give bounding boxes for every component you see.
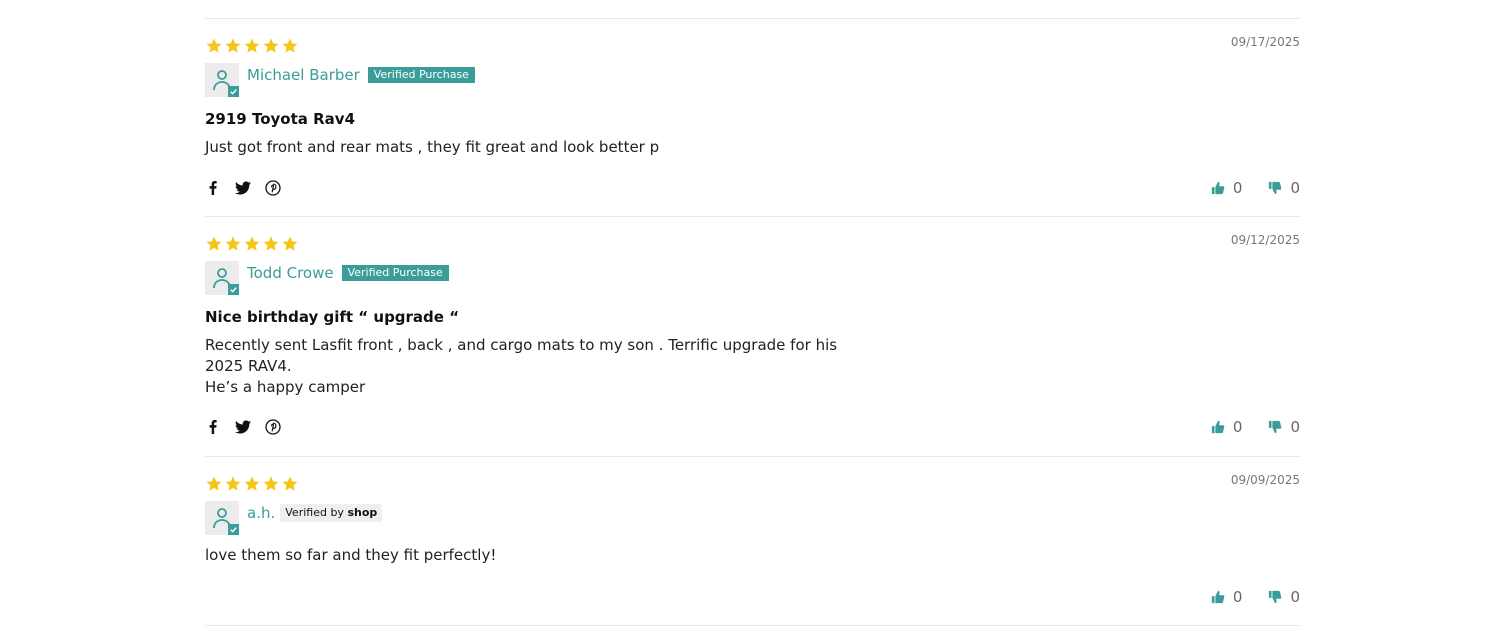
reviews-list: 09/17/2025 Michael Barber Verified Purch… (205, 0, 1300, 626)
review-body: Recently sent Lasfit front , back , and … (205, 336, 838, 396)
pinterest-icon[interactable] (265, 419, 281, 435)
star-icon (281, 37, 299, 55)
thumbs-down-count: 0 (1290, 588, 1300, 606)
shop-logo-text: shop (347, 506, 378, 519)
facebook-icon[interactable] (205, 180, 221, 196)
reviewer-name: Todd Crowe (247, 264, 334, 282)
star-icon (262, 37, 280, 55)
verified-by-shop-badge: Verified by shop (280, 504, 383, 522)
thumbs-up-icon (1211, 590, 1225, 604)
vote-controls: 0 0 (1211, 588, 1300, 606)
star-rating (205, 235, 299, 253)
review-date: 09/09/2025 (1230, 473, 1300, 487)
verified-check-icon (228, 524, 239, 535)
star-icon (205, 235, 223, 253)
pinterest-icon[interactable] (265, 180, 281, 196)
reviewer-name: a.h. (247, 504, 276, 522)
review-author: Todd Crowe Verified Purchase (205, 261, 449, 295)
star-icon (224, 475, 242, 493)
verified-check-icon (228, 284, 239, 295)
thumbs-down-button[interactable]: 0 (1268, 179, 1300, 197)
verified-badge: Verified Purchase (341, 264, 449, 281)
star-icon (243, 475, 261, 493)
review-body: Just got front and rear mats , they fit … (205, 138, 660, 156)
review-item: 09/09/2025 a.h. Verified by shop love th… (205, 457, 1300, 625)
star-icon (281, 235, 299, 253)
thumbs-down-icon (1268, 181, 1282, 195)
divider (205, 625, 1300, 626)
star-icon (224, 235, 242, 253)
reviewer-name: Michael Barber (247, 66, 360, 84)
thumbs-up-icon (1211, 181, 1225, 195)
avatar (205, 501, 239, 535)
star-icon (205, 475, 223, 493)
avatar (205, 261, 239, 295)
thumbs-down-icon (1268, 420, 1282, 434)
review-author: Michael Barber Verified Purchase (205, 63, 475, 97)
thumbs-down-count: 0 (1290, 179, 1300, 197)
star-icon (205, 37, 223, 55)
star-icon (262, 235, 280, 253)
review-author: a.h. Verified by shop (205, 501, 383, 535)
share-links (205, 180, 295, 196)
star-rating (205, 475, 299, 493)
thumbs-down-count: 0 (1290, 418, 1300, 436)
thumbs-down-button[interactable]: 0 (1268, 588, 1300, 606)
thumbs-up-button[interactable]: 0 (1211, 588, 1243, 606)
review-date: 09/12/2025 (1230, 233, 1300, 247)
vote-controls: 0 0 (1211, 179, 1300, 197)
vote-controls: 0 0 (1211, 418, 1300, 436)
verified-check-icon (228, 86, 239, 97)
thumbs-up-count: 0 (1232, 179, 1243, 197)
badge-prefix: Verified by (285, 506, 344, 519)
thumbs-down-button[interactable]: 0 (1268, 418, 1300, 436)
thumbs-up-icon (1211, 420, 1225, 434)
twitter-icon[interactable] (235, 180, 251, 196)
review-title: Nice birthday gift “ upgrade “ (205, 308, 460, 326)
review-title: 2919 Toyota Rav4 (205, 110, 355, 128)
review-item: 09/17/2025 Michael Barber Verified Purch… (205, 19, 1300, 216)
review-body: love them so far and they fit perfectly! (205, 546, 497, 564)
star-icon (243, 235, 261, 253)
share-links (205, 419, 295, 435)
avatar (205, 63, 239, 97)
thumbs-up-count: 0 (1232, 588, 1243, 606)
twitter-icon[interactable] (235, 419, 251, 435)
facebook-icon[interactable] (205, 419, 221, 435)
star-icon (224, 37, 242, 55)
review-item: 09/12/2025 Todd Crowe Verified Purchase … (205, 217, 1300, 456)
thumbs-up-button[interactable]: 0 (1211, 418, 1243, 436)
verified-badge: Verified Purchase (367, 66, 475, 83)
star-rating (205, 37, 299, 55)
star-icon (243, 37, 261, 55)
thumbs-down-icon (1268, 590, 1282, 604)
thumbs-up-count: 0 (1232, 418, 1243, 436)
star-icon (281, 475, 299, 493)
review-date: 09/17/2025 (1230, 35, 1300, 49)
thumbs-up-button[interactable]: 0 (1211, 179, 1243, 197)
star-icon (262, 475, 280, 493)
